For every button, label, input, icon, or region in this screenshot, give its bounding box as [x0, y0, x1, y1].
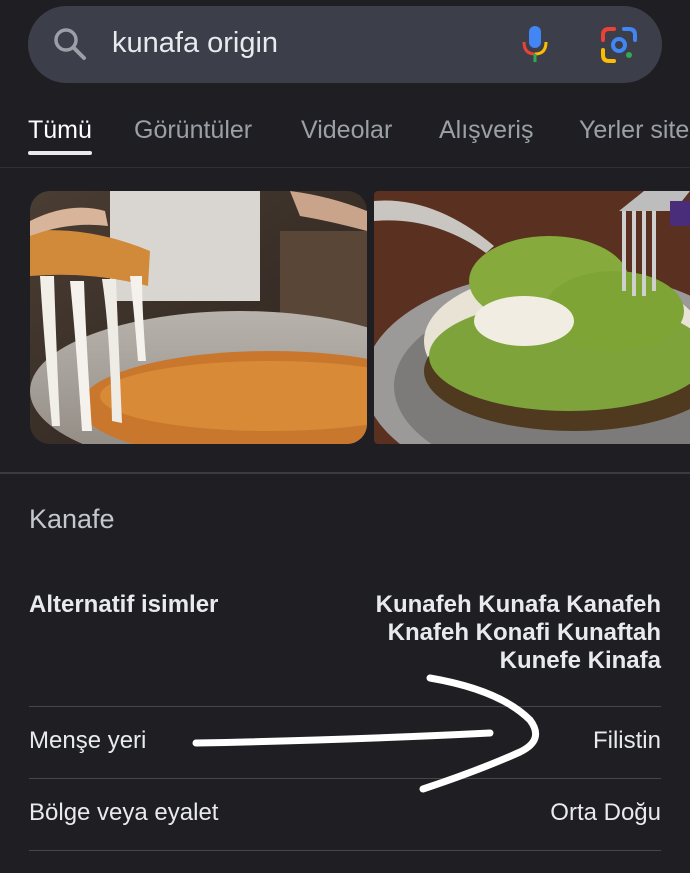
- image-result-pistachio-kunafa[interactable]: [374, 191, 690, 444]
- alt-names-value: Kunafeh Kunafa Kanafeh Knafeh Konafi Kun…: [341, 591, 661, 675]
- alt-names-line: Kunefe Kinafa: [499, 647, 661, 674]
- image-result-cheese-kunafa[interactable]: [30, 191, 367, 444]
- region-value: Orta Doğu: [550, 799, 661, 826]
- tab-images[interactable]: Görüntüler: [134, 116, 252, 145]
- google-lens-icon[interactable]: [600, 26, 638, 64]
- search-tabs: Tümü Görüntüler Videolar Alışveriş Yerle…: [0, 100, 690, 168]
- tab-videos[interactable]: Videolar: [301, 116, 392, 145]
- alt-names-label: Alternatif isimler: [29, 591, 219, 618]
- region-label: Bölge veya eyalet: [29, 799, 219, 826]
- tab-places[interactable]: Yerler site: [579, 116, 689, 145]
- row-divider: [29, 850, 661, 851]
- tab-all[interactable]: Tümü: [28, 116, 92, 145]
- section-divider: [0, 472, 690, 474]
- active-tab-indicator: [28, 151, 92, 155]
- alt-names-line: Kunafeh Kunafa Kanafeh: [375, 591, 661, 618]
- search-input[interactable]: kunafa origin: [112, 27, 278, 60]
- origin-value: Filistin: [592, 727, 661, 754]
- origin-label: Menşe yeri: [29, 727, 147, 754]
- alt-names-line: Knafeh Konafi Kunaftah: [387, 619, 661, 646]
- entity-title: Kanafe: [29, 504, 115, 534]
- row-divider: [29, 778, 661, 779]
- microphone-icon[interactable]: [520, 24, 550, 64]
- search-icon[interactable]: [52, 26, 88, 62]
- tab-shopping[interactable]: Alışveriş: [439, 116, 533, 145]
- tabs-divider: [0, 167, 690, 168]
- row-divider: [29, 706, 661, 707]
